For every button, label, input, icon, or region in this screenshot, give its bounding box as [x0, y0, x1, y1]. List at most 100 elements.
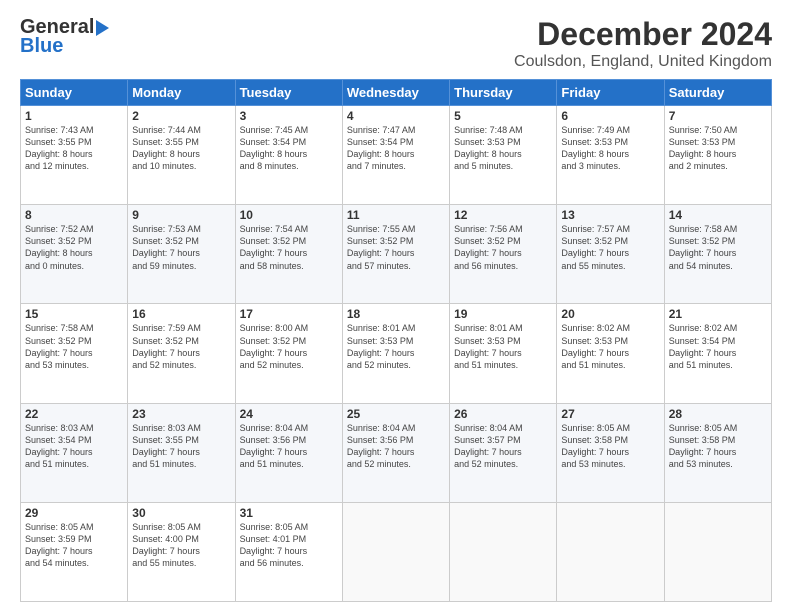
- day-number: 1: [25, 109, 123, 123]
- day-info: Sunrise: 7:50 AM Sunset: 3:53 PM Dayligh…: [669, 124, 767, 173]
- table-cell: 26Sunrise: 8:04 AM Sunset: 3:57 PM Dayli…: [450, 403, 557, 502]
- day-info: Sunrise: 8:02 AM Sunset: 3:54 PM Dayligh…: [669, 322, 767, 371]
- day-number: 12: [454, 208, 552, 222]
- day-number: 5: [454, 109, 552, 123]
- table-cell: 9Sunrise: 7:53 AM Sunset: 3:52 PM Daylig…: [128, 205, 235, 304]
- day-info: Sunrise: 8:03 AM Sunset: 3:55 PM Dayligh…: [132, 422, 230, 471]
- table-cell: [342, 502, 449, 601]
- day-number: 31: [240, 506, 338, 520]
- day-info: Sunrise: 8:05 AM Sunset: 3:58 PM Dayligh…: [561, 422, 659, 471]
- col-monday: Monday: [128, 80, 235, 106]
- day-info: Sunrise: 7:58 AM Sunset: 3:52 PM Dayligh…: [669, 223, 767, 272]
- day-info: Sunrise: 8:05 AM Sunset: 3:58 PM Dayligh…: [669, 422, 767, 471]
- day-info: Sunrise: 7:52 AM Sunset: 3:52 PM Dayligh…: [25, 223, 123, 272]
- table-cell: 18Sunrise: 8:01 AM Sunset: 3:53 PM Dayli…: [342, 304, 449, 403]
- col-saturday: Saturday: [664, 80, 771, 106]
- table-cell: 4Sunrise: 7:47 AM Sunset: 3:54 PM Daylig…: [342, 106, 449, 205]
- day-number: 13: [561, 208, 659, 222]
- day-info: Sunrise: 7:57 AM Sunset: 3:52 PM Dayligh…: [561, 223, 659, 272]
- day-info: Sunrise: 8:05 AM Sunset: 4:01 PM Dayligh…: [240, 521, 338, 570]
- table-cell: 15Sunrise: 7:58 AM Sunset: 3:52 PM Dayli…: [21, 304, 128, 403]
- day-info: Sunrise: 7:45 AM Sunset: 3:54 PM Dayligh…: [240, 124, 338, 173]
- day-number: 23: [132, 407, 230, 421]
- col-thursday: Thursday: [450, 80, 557, 106]
- day-number: 28: [669, 407, 767, 421]
- table-cell: 6Sunrise: 7:49 AM Sunset: 3:53 PM Daylig…: [557, 106, 664, 205]
- table-cell: 16Sunrise: 7:59 AM Sunset: 3:52 PM Dayli…: [128, 304, 235, 403]
- day-number: 29: [25, 506, 123, 520]
- day-number: 25: [347, 407, 445, 421]
- day-info: Sunrise: 7:47 AM Sunset: 3:54 PM Dayligh…: [347, 124, 445, 173]
- table-cell: [450, 502, 557, 601]
- day-number: 7: [669, 109, 767, 123]
- week-row-1: 1Sunrise: 7:43 AM Sunset: 3:55 PM Daylig…: [21, 106, 772, 205]
- day-number: 10: [240, 208, 338, 222]
- day-number: 3: [240, 109, 338, 123]
- day-info: Sunrise: 8:05 AM Sunset: 3:59 PM Dayligh…: [25, 521, 123, 570]
- day-number: 11: [347, 208, 445, 222]
- day-number: 24: [240, 407, 338, 421]
- day-info: Sunrise: 8:05 AM Sunset: 4:00 PM Dayligh…: [132, 521, 230, 570]
- day-number: 14: [669, 208, 767, 222]
- day-number: 4: [347, 109, 445, 123]
- week-row-5: 29Sunrise: 8:05 AM Sunset: 3:59 PM Dayli…: [21, 502, 772, 601]
- day-info: Sunrise: 7:55 AM Sunset: 3:52 PM Dayligh…: [347, 223, 445, 272]
- calendar-title: December 2024: [514, 16, 772, 53]
- day-info: Sunrise: 8:04 AM Sunset: 3:56 PM Dayligh…: [240, 422, 338, 471]
- day-number: 26: [454, 407, 552, 421]
- day-info: Sunrise: 7:54 AM Sunset: 3:52 PM Dayligh…: [240, 223, 338, 272]
- day-number: 18: [347, 307, 445, 321]
- day-info: Sunrise: 8:01 AM Sunset: 3:53 PM Dayligh…: [454, 322, 552, 371]
- day-number: 2: [132, 109, 230, 123]
- day-info: Sunrise: 8:03 AM Sunset: 3:54 PM Dayligh…: [25, 422, 123, 471]
- day-number: 19: [454, 307, 552, 321]
- header: General Blue December 2024 Coulsdon, Eng…: [20, 16, 772, 71]
- day-number: 9: [132, 208, 230, 222]
- col-sunday: Sunday: [21, 80, 128, 106]
- col-tuesday: Tuesday: [235, 80, 342, 106]
- calendar-subtitle: Coulsdon, England, United Kingdom: [514, 53, 772, 71]
- table-cell: 20Sunrise: 8:02 AM Sunset: 3:53 PM Dayli…: [557, 304, 664, 403]
- day-info: Sunrise: 7:43 AM Sunset: 3:55 PM Dayligh…: [25, 124, 123, 173]
- table-cell: 1Sunrise: 7:43 AM Sunset: 3:55 PM Daylig…: [21, 106, 128, 205]
- title-block: December 2024 Coulsdon, England, United …: [514, 16, 772, 71]
- table-cell: 10Sunrise: 7:54 AM Sunset: 3:52 PM Dayli…: [235, 205, 342, 304]
- day-info: Sunrise: 8:00 AM Sunset: 3:52 PM Dayligh…: [240, 322, 338, 371]
- day-info: Sunrise: 7:44 AM Sunset: 3:55 PM Dayligh…: [132, 124, 230, 173]
- table-cell: 8Sunrise: 7:52 AM Sunset: 3:52 PM Daylig…: [21, 205, 128, 304]
- table-cell: [557, 502, 664, 601]
- table-cell: 29Sunrise: 8:05 AM Sunset: 3:59 PM Dayli…: [21, 502, 128, 601]
- table-cell: 28Sunrise: 8:05 AM Sunset: 3:58 PM Dayli…: [664, 403, 771, 502]
- table-cell: 27Sunrise: 8:05 AM Sunset: 3:58 PM Dayli…: [557, 403, 664, 502]
- table-cell: 25Sunrise: 8:04 AM Sunset: 3:56 PM Dayli…: [342, 403, 449, 502]
- table-cell: 17Sunrise: 8:00 AM Sunset: 3:52 PM Dayli…: [235, 304, 342, 403]
- day-number: 17: [240, 307, 338, 321]
- day-info: Sunrise: 7:58 AM Sunset: 3:52 PM Dayligh…: [25, 322, 123, 371]
- table-cell: 30Sunrise: 8:05 AM Sunset: 4:00 PM Dayli…: [128, 502, 235, 601]
- day-info: Sunrise: 7:56 AM Sunset: 3:52 PM Dayligh…: [454, 223, 552, 272]
- table-cell: 31Sunrise: 8:05 AM Sunset: 4:01 PM Dayli…: [235, 502, 342, 601]
- day-number: 16: [132, 307, 230, 321]
- header-row: Sunday Monday Tuesday Wednesday Thursday…: [21, 80, 772, 106]
- day-number: 6: [561, 109, 659, 123]
- day-number: 21: [669, 307, 767, 321]
- table-cell: 3Sunrise: 7:45 AM Sunset: 3:54 PM Daylig…: [235, 106, 342, 205]
- table-cell: 19Sunrise: 8:01 AM Sunset: 3:53 PM Dayli…: [450, 304, 557, 403]
- day-info: Sunrise: 7:53 AM Sunset: 3:52 PM Dayligh…: [132, 223, 230, 272]
- page: General Blue December 2024 Coulsdon, Eng…: [0, 0, 792, 612]
- table-cell: 2Sunrise: 7:44 AM Sunset: 3:55 PM Daylig…: [128, 106, 235, 205]
- day-number: 20: [561, 307, 659, 321]
- table-cell: 11Sunrise: 7:55 AM Sunset: 3:52 PM Dayli…: [342, 205, 449, 304]
- table-cell: 24Sunrise: 8:04 AM Sunset: 3:56 PM Dayli…: [235, 403, 342, 502]
- day-info: Sunrise: 8:01 AM Sunset: 3:53 PM Dayligh…: [347, 322, 445, 371]
- day-number: 27: [561, 407, 659, 421]
- day-number: 30: [132, 506, 230, 520]
- week-row-4: 22Sunrise: 8:03 AM Sunset: 3:54 PM Dayli…: [21, 403, 772, 502]
- table-cell: 13Sunrise: 7:57 AM Sunset: 3:52 PM Dayli…: [557, 205, 664, 304]
- table-cell: 23Sunrise: 8:03 AM Sunset: 3:55 PM Dayli…: [128, 403, 235, 502]
- day-info: Sunrise: 7:48 AM Sunset: 3:53 PM Dayligh…: [454, 124, 552, 173]
- day-info: Sunrise: 8:04 AM Sunset: 3:57 PM Dayligh…: [454, 422, 552, 471]
- day-info: Sunrise: 8:04 AM Sunset: 3:56 PM Dayligh…: [347, 422, 445, 471]
- table-cell: 7Sunrise: 7:50 AM Sunset: 3:53 PM Daylig…: [664, 106, 771, 205]
- day-info: Sunrise: 7:49 AM Sunset: 3:53 PM Dayligh…: [561, 124, 659, 173]
